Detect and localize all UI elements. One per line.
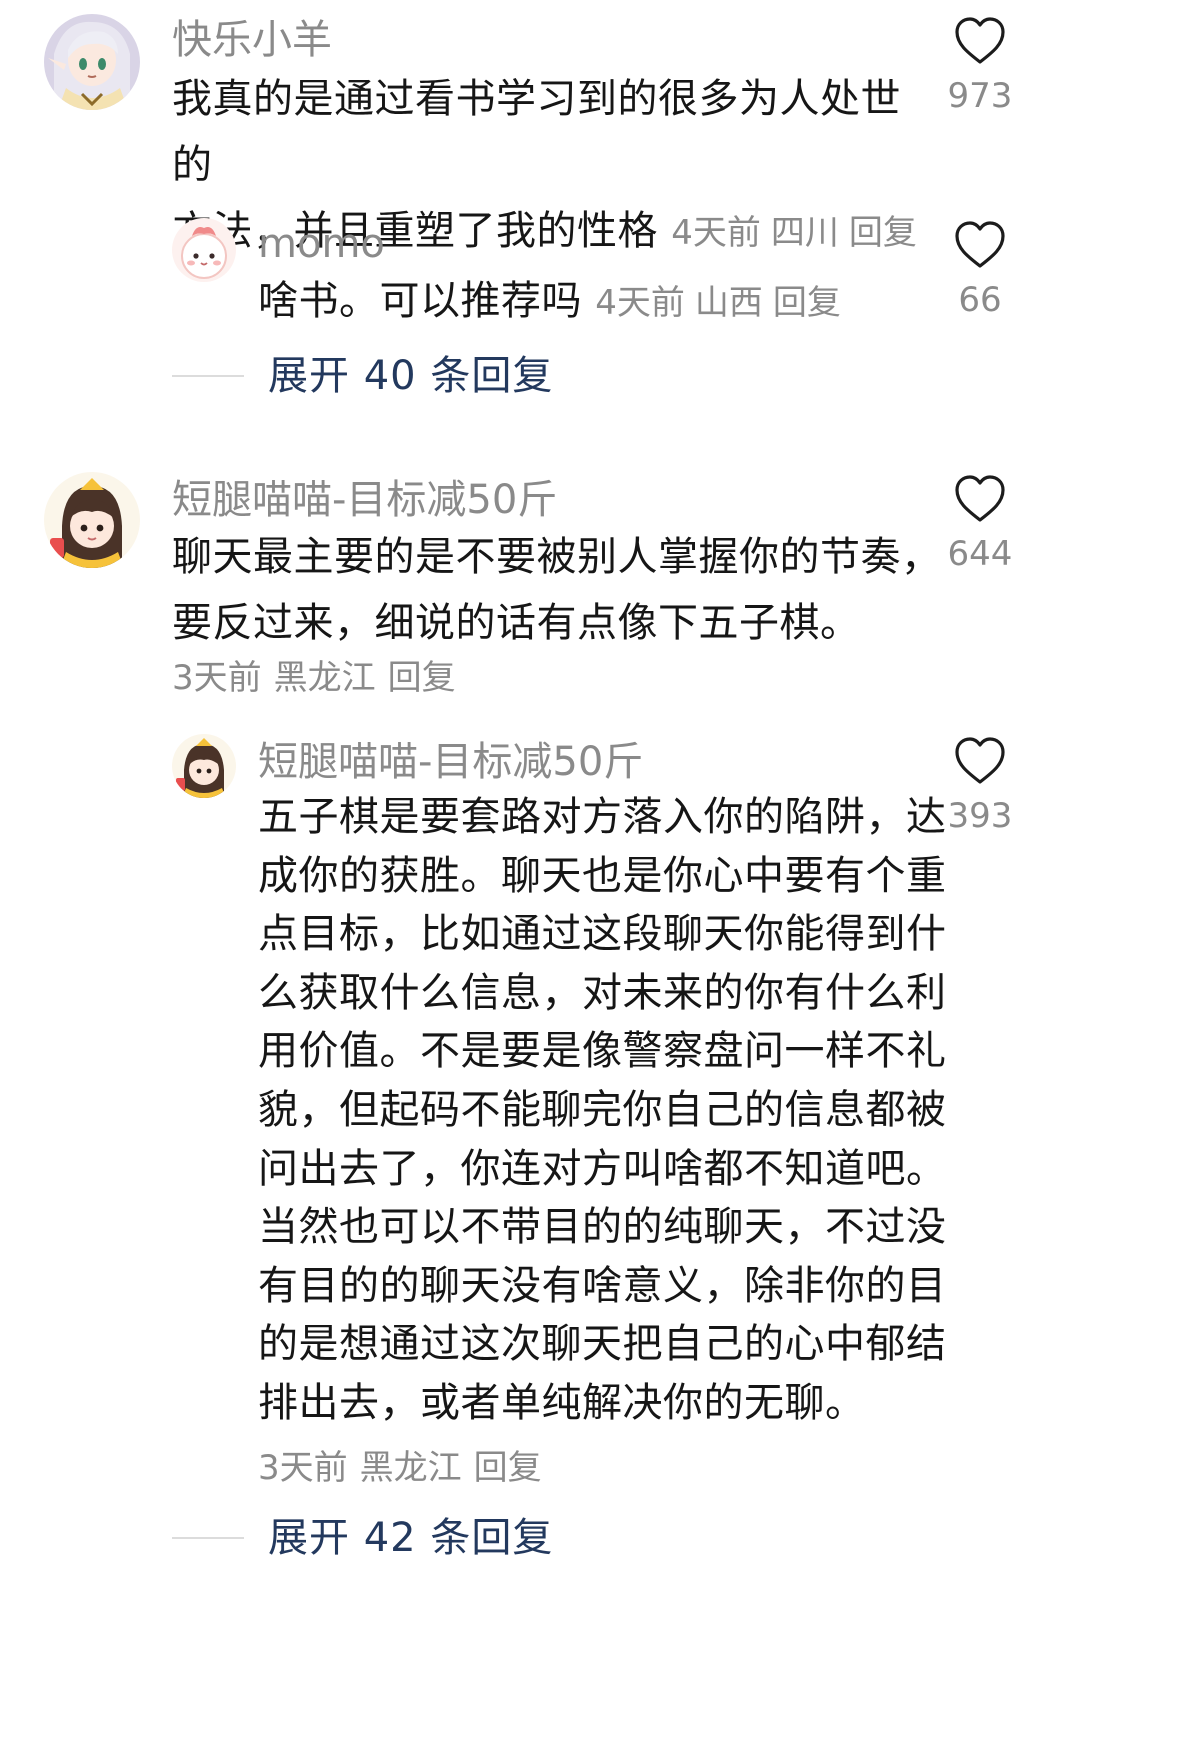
comment-meta: 3天前 黑龙江 回复 (172, 654, 468, 702)
reply-line: 成你的获胜。聊天也是你心中要有个重 (258, 852, 947, 899)
like-count: 393 (947, 796, 1013, 836)
heart-outline-icon (955, 221, 1005, 268)
reply-line: 的是想通过这次聊天把自己的心中郁结 (258, 1321, 947, 1368)
comment-text: 聊天最主要的是不要被别人掌握你的节奏， 要反过来，细说的话有点像下五子棋。 (172, 524, 942, 656)
comment-username[interactable]: 短腿喵喵-目标减50斤 (172, 476, 557, 524)
expand-replies-button[interactable]: 展开 40 条回复 (172, 352, 553, 400)
expand-replies-label[interactable]: 展开 42 条回复 (268, 1514, 553, 1562)
reply-time: 4天前 (595, 283, 685, 323)
reply-line: 么获取什么信息，对未来的你有什么利 (258, 969, 947, 1016)
divider (172, 1537, 244, 1539)
anime-girl-avatar-icon (44, 14, 140, 110)
reply-avatar[interactable] (172, 734, 236, 798)
reply-time: 3天前 (258, 1448, 348, 1488)
heart-outline-icon (955, 737, 1005, 784)
reply-line: 貌，但起码不能聊完你自己的信息都被 (258, 1086, 947, 1133)
reply-line: 问出去了，你连对方叫啥都不知道吧。 (258, 1145, 947, 1192)
divider (172, 375, 244, 377)
reply-text: 啥书。可以推荐吗 4天前 山西 回复 (258, 268, 851, 336)
like-button[interactable]: 393 (920, 736, 1040, 836)
like-count: 973 (947, 76, 1013, 116)
anime-girl-yellow-avatar-icon (172, 734, 236, 798)
avatar[interactable] (44, 14, 140, 110)
comment-location: 四川 (770, 213, 839, 253)
reply-line: 点目标，比如通过这段聊天你能得到什 (258, 911, 947, 958)
comment-time: 3天前 (172, 658, 262, 698)
like-button[interactable]: 644 (920, 474, 1040, 574)
reply-line: 啥书。可以推荐吗 (258, 278, 582, 324)
like-button[interactable]: 66 (920, 220, 1040, 320)
comment-line: 要反过来，细说的话有点像下五子棋。 (172, 600, 861, 646)
comment-username[interactable]: 快乐小羊 (172, 16, 332, 64)
comment-line: 聊天最主要的是不要被别人掌握你的节奏， (172, 534, 942, 580)
reply-username[interactable]: 短腿喵喵-目标减50斤 (258, 738, 643, 786)
reply-location: 黑龙江 (359, 1448, 462, 1488)
reply-button[interactable]: 回复 (849, 213, 917, 253)
reply-line: 用价值。不是要是像警察盘问一样不礼 (258, 1028, 947, 1075)
like-count: 644 (947, 534, 1013, 574)
reply-avatar[interactable] (172, 218, 236, 282)
expand-replies-label[interactable]: 展开 40 条回复 (268, 352, 553, 400)
anime-girl-yellow-avatar-icon (44, 472, 140, 568)
avatar[interactable] (44, 472, 140, 568)
reply-button[interactable]: 回复 (474, 1448, 542, 1488)
reply-username[interactable]: momo (258, 220, 385, 268)
heart-outline-icon (955, 17, 1005, 64)
comment-meta: 4天前 四川 回复 (671, 213, 927, 253)
reply-meta: 4天前 山西 回复 (595, 283, 851, 323)
like-button[interactable]: 973 (920, 16, 1040, 116)
comment-location: 黑龙江 (273, 658, 376, 698)
reply-button[interactable]: 回复 (773, 283, 841, 323)
reply-meta: 3天前 黑龙江 回复 (258, 1444, 554, 1492)
reply-button[interactable]: 回复 (388, 658, 456, 698)
comment-line: 方法，并且重塑了我的性格 (172, 208, 658, 254)
reply-line: 五子棋是要套路对方落入你的陷阱，达 (258, 794, 947, 840)
heart-outline-icon (955, 475, 1005, 522)
comment-time: 4天前 (671, 213, 761, 253)
expand-replies-button[interactable]: 展开 42 条回复 (172, 1514, 553, 1562)
reply-line: 有目的的聊天没有啥意义，除非你的目 (258, 1262, 947, 1309)
reply-text: 五子棋是要套路对方落入你的陷阱，达 成你的获胜。聊天也是你心中要有个重 点目标，… (258, 788, 947, 1433)
comment-line: 我真的是通过看书学习到的很多为人处世的 (172, 76, 901, 188)
reply-line: 当然也可以不带目的的纯聊天，不过没 (258, 1204, 947, 1251)
like-count: 66 (958, 280, 1002, 320)
pink-character-avatar-icon (172, 218, 236, 282)
reply-location: 山西 (694, 283, 763, 323)
reply-line: 排出去，或者单纯解决你的无聊。 (258, 1379, 866, 1426)
